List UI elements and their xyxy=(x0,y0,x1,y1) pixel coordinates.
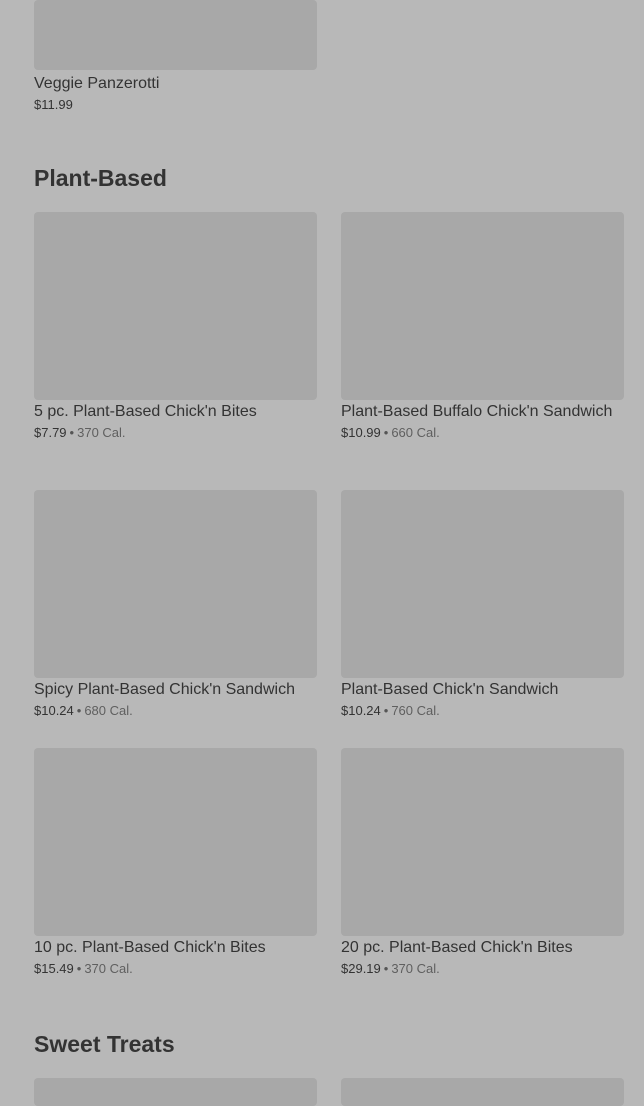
menu-item-price: $10.24 xyxy=(341,703,381,718)
menu-item-meta: $10.99 • 660 Cal. xyxy=(341,424,624,442)
menu-item-card[interactable]: Spicy Plant-Based Chick'n Sandwich $10.2… xyxy=(34,490,317,720)
menu-item-price: $10.24 xyxy=(34,703,74,718)
menu-item-image[interactable] xyxy=(34,1078,317,1106)
bullet-separator: • xyxy=(383,961,389,976)
menu-item-price: $10.99 xyxy=(341,425,381,440)
menu-item-image[interactable] xyxy=(34,748,317,936)
menu-item-image[interactable] xyxy=(34,0,317,70)
menu-item-meta: $29.19 • 370 Cal. xyxy=(341,960,624,978)
menu-item-name: Plant-Based Chick'n Sandwich xyxy=(341,681,559,698)
menu-item-name: 10 pc. Plant-Based Chick'n Bites xyxy=(34,939,266,956)
section-title-plant-based: Plant-Based xyxy=(34,165,167,191)
menu-item-card[interactable]: Veggie Panzerotti $11.99 xyxy=(34,0,317,114)
menu-item-card[interactable] xyxy=(341,1078,624,1106)
menu-item-meta: $10.24 • 680 Cal. xyxy=(34,702,317,720)
menu-item-calories: 760 Cal. xyxy=(391,703,440,718)
menu-item-calories: 660 Cal. xyxy=(391,425,440,440)
menu-item-name: 5 pc. Plant-Based Chick'n Bites xyxy=(34,403,257,420)
menu-item-calories: 370 Cal. xyxy=(77,425,126,440)
menu-item-image[interactable] xyxy=(341,748,624,936)
menu-item-calories: 370 Cal. xyxy=(391,961,440,976)
bullet-separator: • xyxy=(69,425,75,440)
menu-item-meta: $11.99 xyxy=(34,96,317,114)
menu-item-name: 20 pc. Plant-Based Chick'n Bites xyxy=(341,939,573,956)
menu-item-meta: $10.24 • 760 Cal. xyxy=(341,702,624,720)
bullet-separator: • xyxy=(76,961,82,976)
menu-item-card[interactable] xyxy=(34,1078,317,1106)
menu-item-price: $29.19 xyxy=(341,961,381,976)
menu-item-price: $11.99 xyxy=(34,97,73,112)
menu-item-meta: $7.79 • 370 Cal. xyxy=(34,424,317,442)
menu-item-meta: $15.49 • 370 Cal. xyxy=(34,960,317,978)
menu-item-image[interactable] xyxy=(34,212,317,400)
menu-item-name: Spicy Plant-Based Chick'n Sandwich xyxy=(34,681,295,698)
bullet-separator: • xyxy=(76,703,82,718)
menu-item-card[interactable]: 20 pc. Plant-Based Chick'n Bites $29.19 •… xyxy=(341,748,624,978)
menu-item-image[interactable] xyxy=(341,212,624,400)
menu-item-calories: 680 Cal. xyxy=(84,703,133,718)
menu-item-card[interactable]: 10 pc. Plant-Based Chick'n Bites $15.49 •… xyxy=(34,748,317,978)
menu-item-calories: 370 Cal. xyxy=(84,961,133,976)
bullet-separator: • xyxy=(383,425,389,440)
menu-page: Veggie Panzerotti $11.99 Plant-Based 5 p… xyxy=(0,0,644,1106)
menu-item-card[interactable]: Plant-Based Chick'n Sandwich $10.24 • 760 … xyxy=(341,490,624,720)
menu-item-price: $15.49 xyxy=(34,961,74,976)
menu-item-image[interactable] xyxy=(341,490,624,678)
menu-item-image[interactable] xyxy=(341,1078,624,1106)
menu-item-card[interactable]: Plant-Based Buffalo Chick'n Sandwich $10… xyxy=(341,212,624,442)
menu-item-card[interactable]: 5 pc. Plant-Based Chick'n Bites $7.79 • 37… xyxy=(34,212,317,442)
section-title-sweet-treats: Sweet Treats xyxy=(34,1031,175,1057)
bullet-separator: • xyxy=(383,703,389,718)
menu-item-name: Veggie Panzerotti xyxy=(34,75,160,92)
menu-item-price: $7.79 xyxy=(34,425,67,440)
menu-item-name: Plant-Based Buffalo Chick'n Sandwich xyxy=(341,403,613,420)
menu-item-image[interactable] xyxy=(34,490,317,678)
